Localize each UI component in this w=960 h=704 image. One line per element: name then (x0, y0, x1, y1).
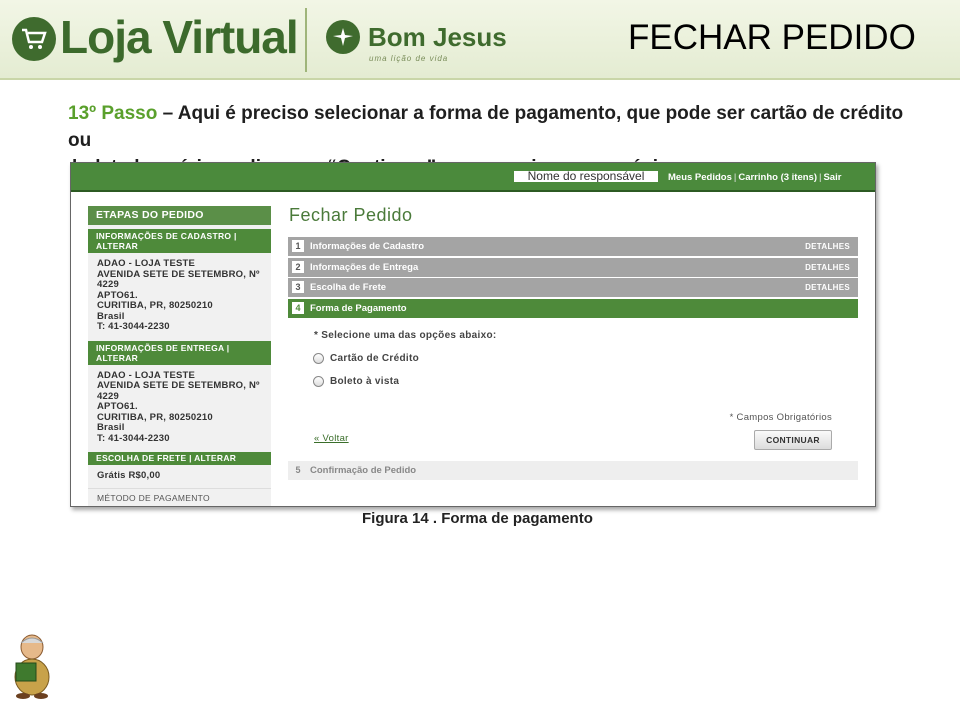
cadastro-line: AVENIDA SETE DE SETEMBRO, Nº (97, 268, 260, 280)
step-title: Forma de Pagamento (310, 303, 407, 314)
step-title: Informações de Cadastro (310, 241, 425, 252)
step-number: 2 (292, 261, 304, 273)
cart-logo-icon (12, 17, 56, 61)
sidebar-frete-value: Grátis R$0,00 (97, 470, 161, 481)
payment-prompt: * Selecione uma das opções abaixo: (314, 330, 497, 341)
logo-text: Loja Virtual (60, 11, 299, 63)
step-entrega[interactable]: 2 Informações de Entrega DETALHES (288, 258, 858, 277)
partner-tagline: uma lição de vida (369, 54, 449, 63)
payment-panel: * Selecione uma das opções abaixo: Cartã… (288, 318, 858, 460)
page-title: FECHAR PEDIDO (628, 18, 916, 57)
cadastro-line: ADAO - LOJA TESTE (97, 258, 196, 269)
step-number: 5 (295, 465, 301, 475)
step-label: 13º Passo (68, 103, 158, 124)
cadastro-line: 4229 (97, 279, 119, 290)
partner-name: Bom Jesus (368, 22, 507, 52)
sidebar-cadastro-alter-link[interactable]: ALTERAR (96, 241, 263, 251)
responsible-name-field: Nome do responsável (514, 171, 658, 182)
entrega-line: Brasil (97, 422, 125, 433)
link-separator: | (733, 172, 737, 183)
step-frete[interactable]: 3 Escolha de Frete DETALHES (288, 278, 858, 297)
step-pagamento: 4 Forma de Pagamento (288, 299, 858, 318)
step-title: Escolha de Frete (310, 282, 387, 293)
cadastro-line: CURITIBA, PR, 80250210 (97, 300, 213, 311)
back-link[interactable]: « Voltar (314, 433, 349, 444)
my-orders-link[interactable]: Meus Pedidos (668, 172, 732, 183)
boleto-radio[interactable] (313, 376, 324, 387)
header-divider (305, 8, 307, 72)
step-number: 3 (292, 281, 304, 293)
sidebar-cadastro-info: ADAO - LOJA TESTE AVENIDA SETE DE SETEMB… (88, 253, 271, 337)
credit-card-label: Cartão de Crédito (330, 353, 420, 365)
sidebar-entrega-header[interactable]: INFORMAÇÕES DE ENTREGA | ALTERAR (88, 340, 271, 365)
topbar-links: Meus Pedidos | Carrinho (3 itens) | Sair (667, 172, 842, 183)
figure-caption: Figura 14 . Forma de pagamento (362, 510, 593, 527)
checkout-title: Fechar Pedido (289, 205, 413, 225)
step-number: 4 (292, 302, 304, 314)
instructions-line-1: 13º Passo – Aqui é preciso selecionar a … (68, 100, 928, 154)
step-cadastro[interactable]: 1 Informações de Cadastro DETALHES (288, 237, 858, 256)
step-title: Informações de Entrega (310, 262, 419, 273)
option-boleto[interactable]: Boleto à vista (313, 376, 399, 387)
bom-jesus-emblem-icon (326, 20, 360, 54)
store-screenshot: Nome do responsável Meus Pedidos | Carrinh… (70, 162, 876, 507)
header-banner: Loja Virtual Bom Jesus uma lição de vida… (0, 0, 960, 80)
entrega-line: APTO61. (97, 401, 138, 412)
step-title: Confirmação de Pedido (310, 465, 417, 476)
mascot-reading-icon (6, 633, 58, 704)
step-number: 1 (292, 240, 304, 252)
step-confirmacao: 5 Confirmação de Pedido (288, 461, 858, 480)
logout-link[interactable]: Sair (823, 172, 841, 183)
entrega-line: T: 41-3044-2230 (97, 432, 170, 444)
sidebar-heading: ETAPAS DO PEDIDO (88, 206, 271, 225)
entrega-line: AVENIDA SETE DE SETEMBRO, Nº (97, 380, 260, 391)
required-fields-note: * Campos Obrigatórios (729, 412, 832, 423)
step-details-link[interactable]: DETALHES (805, 242, 850, 251)
sidebar-entrega-alter-link[interactable]: ALTERAR (96, 353, 263, 363)
sidebar-entrega-title: INFORMAÇÕES DE ENTREGA | (96, 342, 230, 353)
order-steps-sidebar: ETAPAS DO PEDIDO INFORMAÇÕES DE CADASTRO… (88, 206, 271, 506)
sidebar-entrega-info: ADAO - LOJA TESTE AVENIDA SETE DE SETEMB… (88, 365, 271, 449)
continue-button[interactable]: CONTINUAR (754, 430, 832, 450)
option-credit-card[interactable]: Cartão de Crédito (313, 353, 419, 364)
link-separator: | (819, 172, 822, 183)
sidebar-frete-header[interactable]: ESCOLHA DE FRETE | ALTERAR (88, 452, 271, 465)
store-topbar: Nome do responsável Meus Pedidos | Carrinh… (71, 163, 875, 192)
credit-card-radio[interactable] (313, 353, 324, 364)
cadastro-line: T: 41-3044-2230 (97, 321, 170, 332)
sidebar-metodo-label: MÉTODO DE PAGAMENTO (88, 487, 271, 507)
cart-link[interactable]: Carrinho (3 itens) (738, 172, 817, 183)
sidebar-cadastro-title: INFORMAÇÕES DE CADASTRO | (96, 231, 237, 241)
step-details-link[interactable]: DETALHES (805, 263, 850, 272)
sidebar-cadastro-header[interactable]: INFORMAÇÕES DE CADASTRO | ALTERAR (88, 229, 271, 253)
boleto-label: Boleto à vista (330, 376, 400, 388)
step-details-link[interactable]: DETALHES (805, 283, 850, 292)
instructions-line-1-rest: – Aqui é preciso selecionar a forma de p… (68, 103, 904, 151)
